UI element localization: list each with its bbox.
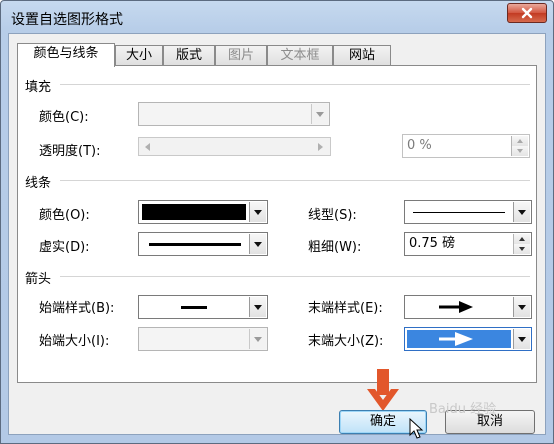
fill-color-dropdown[interactable] xyxy=(138,102,330,126)
mouse-cursor-icon xyxy=(409,418,424,439)
arrow-end-icon xyxy=(439,301,473,313)
chevron-down-icon xyxy=(518,336,526,342)
chevron-down-icon xyxy=(518,209,526,215)
dropdown-button[interactable] xyxy=(249,297,266,317)
transparency-value: 0 % xyxy=(407,138,432,153)
scroll-right-icon xyxy=(318,143,323,151)
tab-panel: 填充 颜色(C): 透明度(T): 0 % 线条 颜色(O): 虚实(D): 线… xyxy=(17,65,537,383)
tab-textbox[interactable]: 文本框 xyxy=(267,45,333,66)
thin-line-preview xyxy=(413,212,505,213)
dash-dropdown[interactable] xyxy=(138,232,268,256)
dropdown-button[interactable] xyxy=(513,297,530,317)
annotation-arrow-icon xyxy=(367,369,399,411)
dropdown-button[interactable] xyxy=(311,104,328,124)
end-size-label: 末端大小(Z): xyxy=(308,334,384,349)
dropdown-button[interactable] xyxy=(249,234,266,254)
scroll-left-icon xyxy=(145,143,150,151)
transparency-spinner[interactable]: 0 % xyxy=(402,134,530,158)
dash-label: 虚实(D): xyxy=(39,240,90,255)
line-color-dropdown[interactable] xyxy=(138,200,268,224)
dropdown-button[interactable] xyxy=(249,202,266,222)
fill-heading: 填充 xyxy=(25,80,52,95)
dropdown-button[interactable] xyxy=(513,329,530,349)
chevron-down-icon xyxy=(254,304,262,310)
end-size-dropdown[interactable] xyxy=(404,327,532,351)
transparency-label: 透明度(T): xyxy=(39,144,101,159)
begin-size-dropdown[interactable] xyxy=(138,327,268,351)
line-end-preview xyxy=(181,306,207,309)
weight-label: 粗细(W): xyxy=(308,240,362,255)
fill-separator xyxy=(60,84,530,85)
close-icon xyxy=(521,7,533,19)
tab-colors-lines[interactable]: 颜色与线条 xyxy=(17,43,115,67)
fill-color-label: 颜色(C): xyxy=(39,110,89,125)
watermark-text: Baidu 经验 xyxy=(429,402,497,417)
chevron-down-icon xyxy=(316,111,324,117)
dialog-window: 设置自选图形格式 颜色与线条 大小 版式 图片 文本框 网站 填充 颜色(C):… xyxy=(0,0,554,444)
begin-style-dropdown[interactable] xyxy=(138,295,268,319)
arrow-end-icon xyxy=(439,332,473,346)
weight-value: 0.75 磅 xyxy=(409,236,456,251)
begin-size-label: 始端大小(I): xyxy=(39,334,110,349)
chevron-down-icon xyxy=(519,247,525,251)
window-title: 设置自选图形格式 xyxy=(11,12,123,28)
arrows-separator xyxy=(60,276,530,277)
transparency-slider[interactable] xyxy=(138,137,331,156)
line-color-label: 颜色(O): xyxy=(39,208,90,223)
dialog-client: 颜色与线条 大小 版式 图片 文本框 网站 填充 颜色(C): 透明度(T): … xyxy=(8,33,546,439)
solid-line-preview xyxy=(149,243,241,246)
end-style-dropdown[interactable] xyxy=(404,295,532,319)
dropdown-button[interactable] xyxy=(513,202,530,222)
begin-style-label: 始端样式(B): xyxy=(39,301,115,316)
chevron-up-icon xyxy=(517,139,523,143)
arrows-heading: 箭头 xyxy=(25,272,52,287)
chevron-up-icon xyxy=(519,237,525,241)
line-color-swatch xyxy=(142,204,246,220)
line-separator xyxy=(60,180,530,181)
chevron-down-icon xyxy=(254,241,262,247)
weight-spinner[interactable]: 0.75 磅 xyxy=(404,232,532,256)
line-style-dropdown[interactable] xyxy=(404,200,532,224)
spin-down-button[interactable] xyxy=(511,146,528,156)
dropdown-button[interactable] xyxy=(249,329,266,349)
chevron-down-icon xyxy=(517,149,523,153)
title-bar: 设置自选图形格式 xyxy=(1,1,553,33)
end-style-label: 末端样式(E): xyxy=(308,301,383,316)
chevron-down-icon xyxy=(254,209,262,215)
chevron-down-icon xyxy=(254,336,262,342)
close-button[interactable] xyxy=(507,3,547,23)
tab-size[interactable]: 大小 xyxy=(115,45,163,66)
tab-website[interactable]: 网站 xyxy=(333,45,391,66)
chevron-down-icon xyxy=(518,304,526,310)
line-style-label: 线型(S): xyxy=(308,208,357,223)
line-heading: 线条 xyxy=(25,176,52,191)
tab-layout[interactable]: 版式 xyxy=(163,45,215,66)
tab-picture[interactable]: 图片 xyxy=(215,45,267,66)
spin-down-button[interactable] xyxy=(513,244,530,254)
